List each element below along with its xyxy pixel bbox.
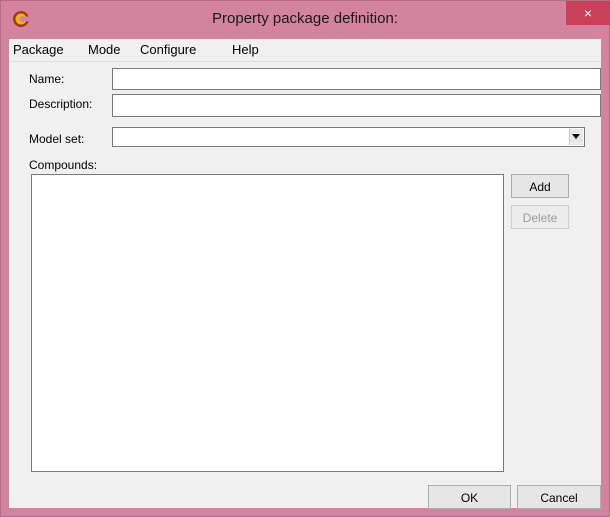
menu-mode[interactable]: Mode bbox=[88, 42, 121, 57]
description-input[interactable] bbox=[112, 94, 601, 117]
model-set-label: Model set: bbox=[29, 132, 85, 146]
name-input[interactable] bbox=[112, 68, 601, 90]
chevron-down-icon bbox=[572, 134, 580, 139]
close-button[interactable]: × bbox=[566, 1, 610, 25]
title-bar[interactable]: Property package definition: × bbox=[1, 1, 610, 39]
compounds-list[interactable] bbox=[31, 174, 504, 472]
dropdown-button[interactable] bbox=[569, 129, 583, 145]
delete-button[interactable]: Delete bbox=[511, 205, 569, 229]
description-label: Description: bbox=[29, 97, 93, 111]
dialog-body: Name: Description: Model set: Compounds:… bbox=[9, 62, 601, 509]
name-label: Name: bbox=[29, 72, 65, 86]
compounds-label: Compounds: bbox=[29, 158, 98, 172]
add-button[interactable]: Add bbox=[511, 174, 569, 198]
menu-configure[interactable]: Configure bbox=[140, 42, 196, 57]
dialog-window: Property package definition: × Package M… bbox=[0, 0, 610, 517]
window-title: Property package definition: bbox=[212, 10, 398, 27]
ok-button[interactable]: OK bbox=[428, 485, 511, 509]
menu-bar: Package Mode Configure Help bbox=[9, 39, 601, 62]
menu-help[interactable]: Help bbox=[232, 42, 259, 57]
model-set-select[interactable] bbox=[112, 127, 585, 147]
cancel-button[interactable]: Cancel bbox=[517, 485, 601, 509]
menu-package[interactable]: Package bbox=[13, 42, 64, 57]
